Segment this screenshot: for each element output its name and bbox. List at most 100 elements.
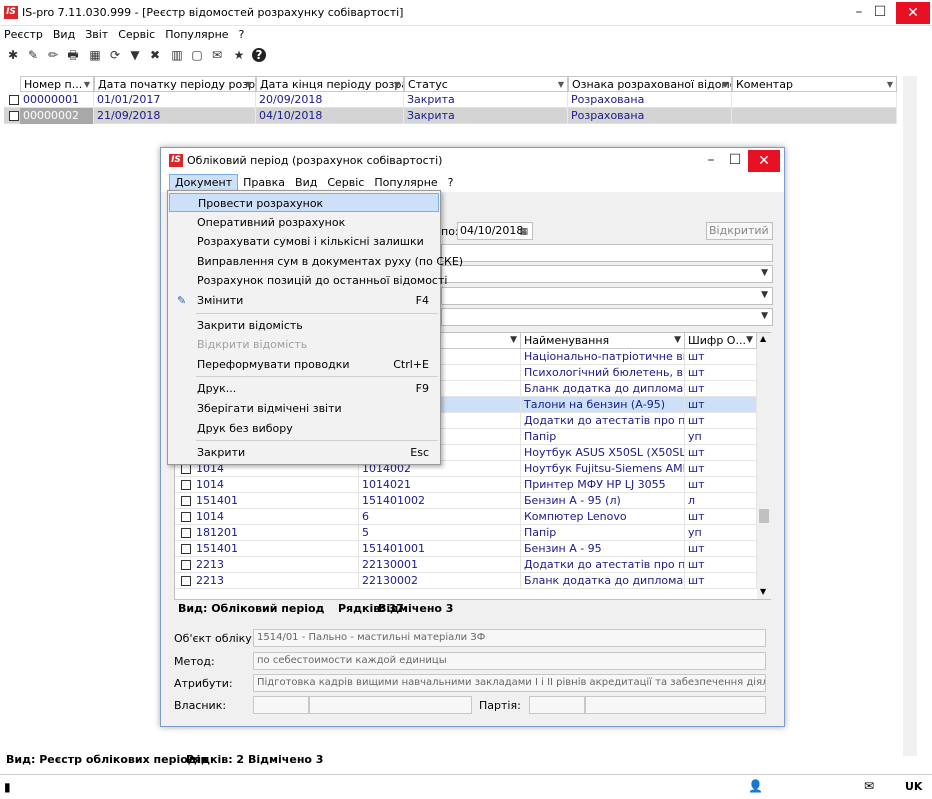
menu-item[interactable]: ✎ Змінити F4	[169, 291, 439, 310]
menu-item[interactable]: Розрахувати сумові і кількісні залишки	[169, 232, 439, 251]
menu-item[interactable]: Переформувати проводки Ctrl+E	[169, 355, 439, 374]
cell-account: 181201	[193, 525, 359, 541]
cell-unit: уп	[685, 525, 757, 541]
table-row[interactable]: 151401 151401001 Бензин А - 95 шт	[175, 541, 757, 557]
menu-separator	[196, 376, 438, 378]
new-folder-icon[interactable]: ✎	[24, 46, 42, 64]
table-row[interactable]: 1014 6 Компютер Lenovo шт	[175, 509, 757, 525]
cell-account: 2213	[193, 557, 359, 573]
cell-code: 5	[359, 525, 521, 541]
menu-item[interactable]: Зберігати відмічені звіти	[169, 399, 439, 418]
cell-unit: шт	[685, 381, 757, 397]
items-scrollbar[interactable]: ▲ ▼	[757, 333, 771, 599]
menu-popular[interactable]: Популярне	[160, 26, 233, 44]
col-header-unit[interactable]: Шифр О... ▼	[685, 333, 757, 349]
maximize-button[interactable]: ☐	[866, 0, 894, 24]
refresh-icon[interactable]: ⟳	[106, 46, 124, 64]
date-to-field[interactable]: 04/10/2018 ▦	[457, 222, 533, 240]
calendar-icon[interactable]: ▦	[519, 224, 528, 240]
cell-code: 22130002	[359, 573, 521, 589]
row-checkbox[interactable]	[9, 95, 19, 105]
select-field-2[interactable]: ▼	[441, 287, 773, 305]
table-row[interactable]: 221322130001Додатки до атестатів про пов…	[175, 557, 757, 573]
mail-icon[interactable]: ✉	[208, 46, 226, 64]
table-row[interactable]: 00000002 21/09/2018 04/10/2018 Закрита Р…	[4, 108, 897, 124]
col-header-status[interactable]: Статус ▼	[404, 76, 568, 92]
select-field-1[interactable]: ▼	[441, 265, 773, 283]
owner-label: Власник:	[174, 699, 227, 712]
language-indicator[interactable]: UK	[905, 780, 922, 793]
table-row[interactable]: 151401 151401002 Бензин А - 95 (л) л	[175, 493, 757, 509]
row-checkbox[interactable]	[181, 496, 191, 506]
menu-item[interactable]: Закрити відомість	[169, 316, 439, 335]
menu-registry[interactable]: Реєстр	[0, 26, 48, 44]
menu-item-label: Закрити відомість	[197, 318, 303, 332]
row-checkbox[interactable]	[9, 111, 19, 121]
row-checkbox[interactable]	[181, 576, 191, 586]
col-header-comment[interactable]: Коментар ▼	[732, 76, 897, 92]
print-icon[interactable]: 🖶	[64, 46, 82, 64]
menu-item[interactable]: Оперативний розрахунок	[169, 213, 439, 232]
select-field-3[interactable]: ▼	[441, 308, 773, 326]
cell-start-date: 21/09/2018	[94, 108, 256, 124]
col-header-name[interactable]: Найменування ▼	[521, 333, 685, 349]
row-checkbox[interactable]	[181, 480, 191, 490]
close-button[interactable]: ✕	[896, 2, 930, 24]
cell-unit: шт	[685, 509, 757, 525]
row-checkbox[interactable]	[181, 544, 191, 554]
scroll-down-icon[interactable]: ▼	[760, 587, 766, 596]
row-checkbox[interactable]	[181, 512, 191, 522]
edit-icon[interactable]: ✏	[44, 46, 62, 64]
mail-icon[interactable]: ✉	[864, 779, 874, 793]
col-header-sign[interactable]: Ознака розрахованої відомості▼	[568, 76, 732, 92]
row-checkbox[interactable]	[181, 528, 191, 538]
table-icon[interactable]: ▦	[86, 46, 104, 64]
main-scrollbar[interactable]	[903, 76, 917, 756]
menu-item[interactable]: Розрахунок позицій до останньої відомост…	[169, 271, 447, 290]
star-icon[interactable]: ★	[230, 46, 248, 64]
menu-item[interactable]: Друк без вибору	[169, 419, 439, 438]
owner-field-1	[253, 696, 309, 714]
help-icon[interactable]: ?	[252, 48, 266, 62]
dialog-close-button[interactable]: ✕	[748, 150, 780, 172]
dialog-title: Обліковий період (розрахунок собівартост…	[187, 154, 443, 167]
menu-view[interactable]: Вид	[48, 26, 80, 44]
cell-end-date: 20/09/2018	[256, 92, 404, 108]
cell-name: Бензин А - 95	[521, 541, 685, 557]
scroll-up-icon[interactable]: ▲	[760, 334, 766, 343]
menu-item[interactable]: Закрити Esc	[169, 443, 439, 462]
dialog-menu-help[interactable]: ?	[443, 174, 459, 192]
document-dropdown-menu: Провести розрахунок Оперативний розрахуно…	[167, 190, 463, 465]
menu-item[interactable]: Друк... F9	[169, 379, 439, 398]
text-field[interactable]	[441, 244, 773, 262]
menu-item[interactable]: Провести розрахунок	[169, 193, 439, 212]
row-checkbox[interactable]	[181, 560, 191, 570]
delete-icon[interactable]: ✖	[146, 46, 164, 64]
new-icon[interactable]: ✱	[4, 46, 22, 64]
table-row[interactable]: 1014 1014021 Принтер МФУ НР LJ 3055 шт	[175, 477, 757, 493]
menu-item[interactable]: Виправлення сум в документах руху (по СК…	[169, 252, 463, 271]
col-header-start-date[interactable]: Дата початку періоду розра... ▼	[94, 76, 256, 92]
table-row[interactable]: 2213 22130002 Бланк додатка до диплома шт	[175, 573, 757, 589]
scroll-thumb[interactable]	[759, 509, 769, 523]
dialog-maximize-button[interactable]: ☐	[721, 148, 749, 172]
menu-report[interactable]: Звіт	[80, 26, 113, 44]
menu-service[interactable]: Сервіс	[113, 26, 160, 44]
filter-icon[interactable]: ▼	[126, 46, 144, 64]
table-row[interactable]: 00000001 01/01/2017 20/09/2018 Закрита Р…	[4, 92, 897, 108]
table-row[interactable]: 181201 5 Папір уп	[175, 525, 757, 541]
chevron-down-icon: ▼	[761, 311, 768, 321]
cell-code: 22130001	[359, 557, 521, 573]
col-header-number[interactable]: Номер п... ▼	[20, 76, 94, 92]
cell-name: Додатки до атестатів про повну ...	[521, 557, 685, 573]
col-header-end-date[interactable]: Дата кінця періоду розра... ▼	[256, 76, 404, 92]
footer-marked: Відмічено 3	[378, 602, 454, 615]
user-icon[interactable]: 👤	[748, 779, 763, 793]
document-icon[interactable]: ▢	[188, 46, 206, 64]
chevron-down-icon: ▼	[510, 335, 517, 345]
chart-icon[interactable]: ▥	[168, 46, 186, 64]
menu-help[interactable]: ?	[234, 26, 250, 44]
attrs-field: Підготовка кадрів вищими навчальними зак…	[253, 674, 766, 692]
row-checkbox[interactable]	[181, 464, 191, 474]
menu-item-label: Відкрити відомість	[197, 338, 308, 352]
